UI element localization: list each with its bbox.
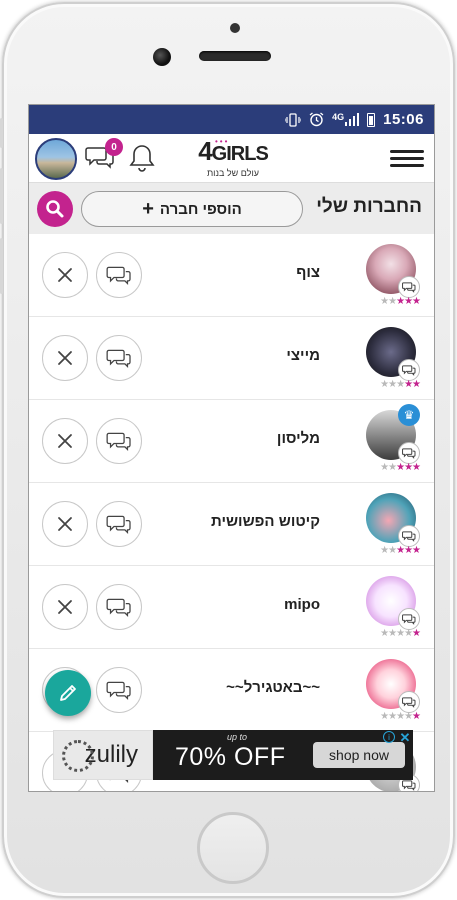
chat-icon	[106, 430, 132, 452]
messages-count-badge: 0	[105, 138, 123, 156]
rating-stars: ★★★★★	[380, 711, 421, 722]
mini-chat-icon	[398, 691, 420, 713]
logo-dots: •••	[215, 137, 230, 146]
network-type: 4G	[332, 112, 345, 122]
alarm-icon	[309, 112, 324, 127]
friend-avatar[interactable]: ♛	[366, 404, 420, 464]
friend-avatar[interactable]	[366, 493, 420, 547]
remove-friend-button[interactable]	[42, 501, 88, 547]
chat-icon	[106, 513, 132, 535]
ad-offer: 70% OFF	[175, 743, 286, 771]
chat-icon	[106, 347, 132, 369]
friend-name[interactable]: קיטוש הפשושית	[211, 513, 320, 530]
mini-chat-icon	[398, 608, 420, 630]
chat-icon	[106, 596, 132, 618]
remove-friend-button[interactable]	[42, 418, 88, 464]
volume-down-button	[0, 238, 3, 294]
close-icon	[56, 598, 74, 616]
search-icon	[46, 200, 64, 218]
home-button[interactable]	[197, 812, 269, 884]
app-logo[interactable]: ••• 4GIRLS עולם של בנות	[193, 137, 273, 179]
close-icon	[56, 349, 74, 367]
add-friend-label: הוספי חברה	[159, 200, 242, 218]
friend-name[interactable]: מייצי	[286, 347, 320, 364]
compose-button[interactable]	[45, 670, 91, 716]
app-header: 0 ••• 4GIRLS עולם של בנות	[29, 134, 434, 182]
rating-stars: ★★★★★	[380, 628, 421, 639]
friends-toolbar: הוספי חברה + החברות שלי	[29, 182, 434, 234]
logo-brand-text: GIRLS	[211, 143, 269, 165]
page-title: החברות שלי	[316, 196, 422, 217]
my-profile-avatar[interactable]	[35, 138, 77, 180]
rating-stars: ★★★★★	[380, 379, 421, 390]
friend-row[interactable]: קיטוש הפשושית ★★★★★	[29, 483, 434, 566]
close-icon	[56, 432, 74, 450]
front-camera	[153, 48, 171, 66]
friend-avatar[interactable]	[366, 244, 420, 298]
chat-icon	[106, 679, 132, 701]
logo-brand: 4GIRLS	[193, 137, 273, 168]
add-friend-button[interactable]: הוספי חברה +	[81, 191, 303, 227]
mini-chat-icon	[398, 442, 420, 464]
ad-close-icon[interactable]: ✕	[397, 730, 413, 746]
friend-name[interactable]: מליסון	[277, 430, 320, 447]
status-bar: 4G 15:06	[29, 105, 434, 134]
chat-button[interactable]	[96, 335, 142, 381]
friend-avatar[interactable]	[366, 576, 420, 630]
ad-banner[interactable]: zulily up to 70% OFF shop now i ✕	[53, 730, 413, 780]
mini-chat-icon	[398, 276, 420, 298]
chat-button[interactable]	[96, 584, 142, 630]
friend-name[interactable]: mipo	[284, 596, 320, 613]
rating-stars: ★★★★★	[380, 296, 421, 307]
ad-brand-logo: zulily	[53, 730, 153, 780]
app-screen: 4G 15:06 0 ••• 4GIRLS עולם של בנות הוספי…	[28, 104, 435, 792]
friend-name[interactable]: ~~באטגירל~~	[226, 679, 320, 696]
ad-up-to: up to	[227, 732, 248, 742]
crown-icon: ♛	[398, 404, 420, 426]
friends-list: צוף ★★★★★ מייצי ★★★★★ מליסון ♛ ★★★★★ קיטוש הפשו…	[29, 234, 434, 791]
clock: 15:06	[383, 111, 424, 128]
close-icon	[56, 515, 74, 533]
close-icon	[56, 266, 74, 284]
remove-friend-button[interactable]	[42, 252, 88, 298]
logo-tagline: עולם של בנות	[206, 168, 260, 178]
logo-brand-number: 4	[198, 136, 213, 166]
proximity-sensor	[230, 23, 240, 33]
pencil-icon	[60, 685, 76, 701]
chat-button[interactable]	[96, 667, 142, 713]
friend-row[interactable]: mipo ★★★★★	[29, 566, 434, 649]
friend-row[interactable]: מייצי ★★★★★	[29, 317, 434, 400]
friend-row[interactable]: מליסון ♛ ★★★★★	[29, 400, 434, 483]
remove-friend-button[interactable]	[42, 335, 88, 381]
chat-button[interactable]	[96, 501, 142, 547]
friend-avatar[interactable]	[366, 659, 420, 713]
menu-icon[interactable]	[390, 150, 424, 168]
bell-icon[interactable]	[128, 143, 156, 173]
plus-icon: +	[142, 198, 154, 220]
rating-stars: ★★★★★	[380, 545, 421, 556]
chat-button[interactable]	[96, 418, 142, 464]
friend-name[interactable]: צוף	[296, 264, 320, 281]
mini-chat-icon	[398, 359, 420, 381]
ad-content: up to 70% OFF shop now i ✕	[153, 730, 413, 780]
ad-shop-now-button[interactable]: shop now	[313, 742, 405, 768]
chat-button[interactable]	[96, 252, 142, 298]
battery-icon	[367, 112, 376, 127]
friend-row[interactable]: צוף ★★★★★	[29, 234, 434, 317]
earpiece-speaker	[199, 51, 271, 61]
signal-icon	[345, 113, 360, 126]
friend-avatar[interactable]	[366, 327, 420, 381]
mute-switch	[0, 118, 3, 148]
mini-chat-icon	[398, 525, 420, 547]
rating-stars: ★★★★★	[380, 462, 421, 473]
volume-up-button	[0, 168, 3, 224]
flower-icon	[62, 740, 94, 772]
remove-friend-button[interactable]	[42, 584, 88, 630]
ad-info-icon[interactable]: i	[383, 731, 395, 743]
search-button[interactable]	[37, 191, 73, 227]
vibrate-icon	[285, 112, 302, 127]
chat-icon	[106, 264, 132, 286]
